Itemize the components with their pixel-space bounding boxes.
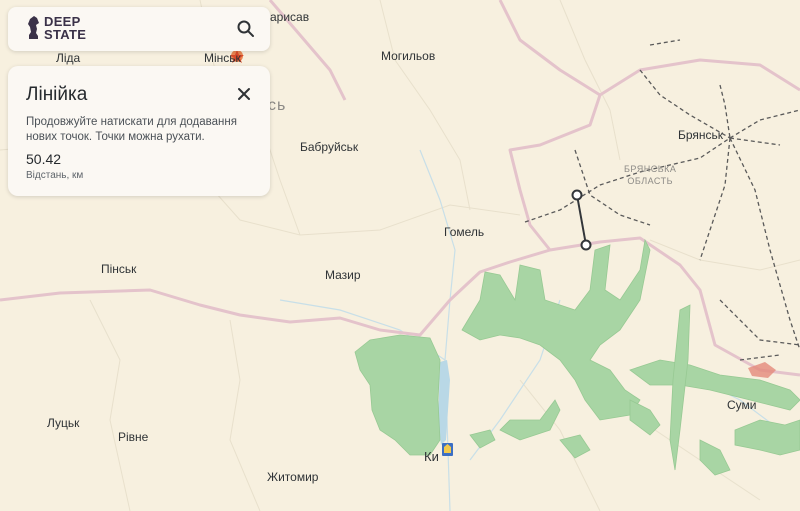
city-label-kyiv: Ки — [424, 449, 439, 464]
logo-line2: STATE — [44, 27, 87, 42]
top-bar: DEEP STATE — [8, 7, 270, 51]
knight-icon — [28, 16, 39, 39]
ruler-hint: Продовжуйте натискати для додавання нови… — [26, 116, 237, 143]
ruler-distance-label: Відстань, км — [26, 170, 84, 181]
search-icon[interactable] — [236, 19, 256, 39]
deepstate-logo[interactable]: DEEP STATE — [26, 15, 86, 41]
city-label-rivne: Рівне — [118, 430, 149, 444]
city-label-mazyr: Мазир — [325, 268, 361, 282]
close-icon[interactable] — [236, 86, 252, 102]
region-label-belarus: сь — [268, 97, 287, 114]
city-label-sumy: Суми — [727, 398, 757, 412]
region-label-bryansk: БРЯНСЬКА ОБЛАСТЬ — [624, 164, 677, 186]
city-label-lida: Ліда — [56, 51, 81, 65]
ruler-point[interactable] — [571, 189, 583, 201]
city-label-lutsk: Луцьк — [47, 416, 80, 430]
city-label-zhytomyr: Житомир — [267, 470, 319, 484]
ruler-panel: Лінійка Продовжуйте натискати для додава… — [8, 66, 270, 196]
city-label-barysaw: арисав — [270, 10, 310, 24]
ruler-point[interactable] — [580, 239, 592, 251]
city-label-pinsk: Пінськ — [101, 262, 137, 276]
city-label-minsk: Мінськ — [204, 51, 241, 65]
city-label-gomel: Гомель — [444, 225, 485, 239]
kyiv-emblem — [442, 443, 453, 456]
ruler-title: Лінійка — [26, 84, 88, 105]
city-label-mogilev: Могильов — [381, 49, 436, 63]
city-label-bryansk: Брянськ — [678, 128, 724, 142]
city-label-babruisk: Бабруйськ — [300, 140, 359, 154]
ruler-distance-value: 50.42 — [26, 151, 62, 167]
